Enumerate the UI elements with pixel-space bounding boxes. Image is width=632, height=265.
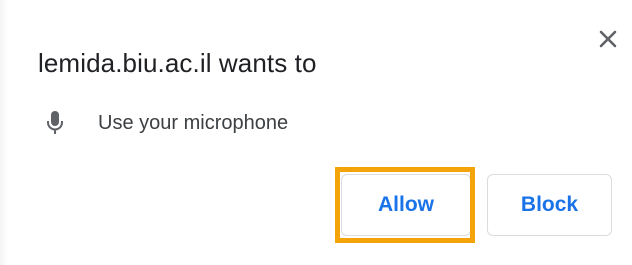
close-button[interactable] (593, 24, 623, 54)
permission-dialog: lemida.biu.ac.il wants to Use your micro… (0, 0, 632, 265)
dialog-edge (0, 0, 8, 265)
dialog-title: lemida.biu.ac.il wants to (38, 48, 317, 78)
microphone-icon (44, 108, 66, 138)
permission-label: Use your microphone (98, 111, 289, 134)
block-button[interactable]: Block (487, 174, 612, 236)
permission-row: Use your microphone (44, 108, 288, 138)
close-icon (599, 30, 617, 48)
allow-button[interactable]: Allow (341, 174, 471, 236)
